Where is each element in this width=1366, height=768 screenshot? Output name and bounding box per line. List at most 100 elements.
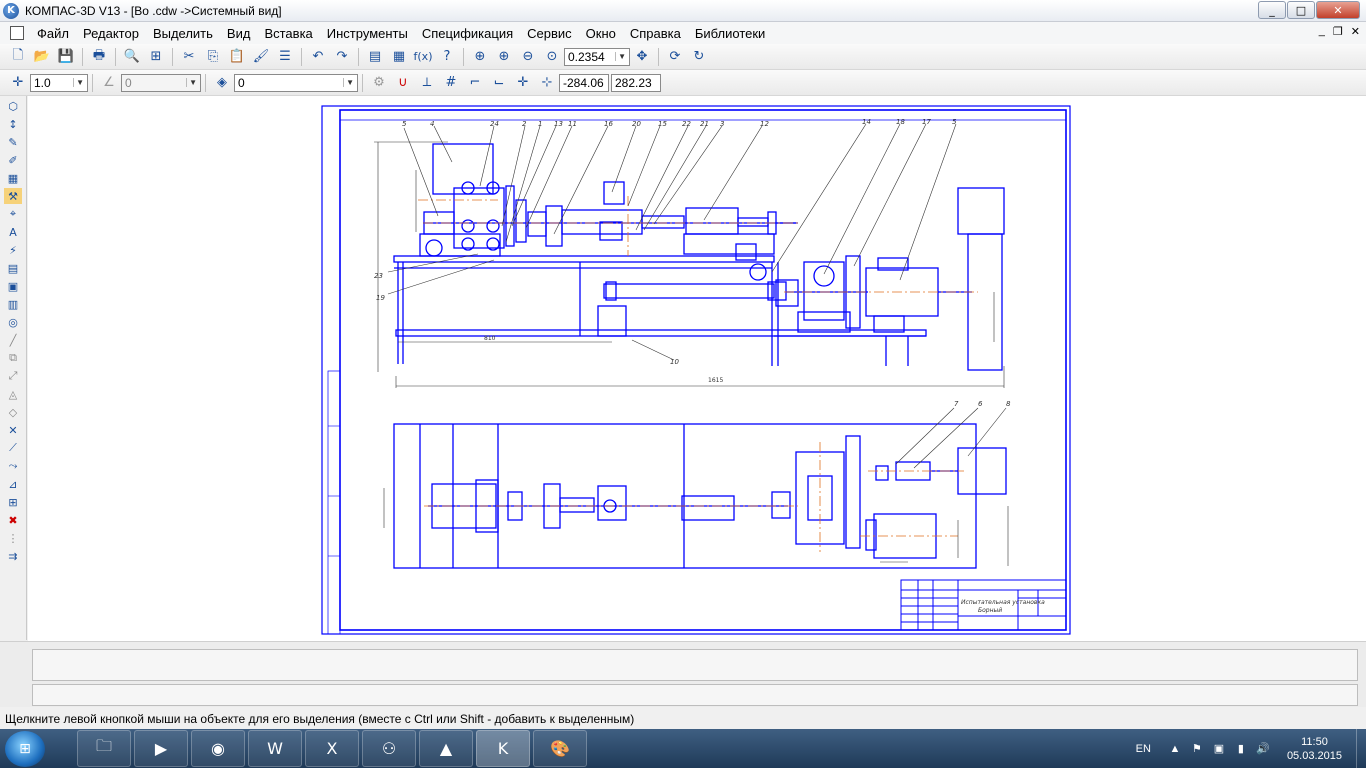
paint-icon[interactable]: 🎨 [533,730,587,767]
coord-y-field[interactable]: 282.23 [611,73,661,92]
explorer-icon[interactable]: 🗀 [77,730,131,767]
show-desktop-button[interactable] [1356,729,1366,768]
tray-device-icon[interactable]: ▣ [1211,741,1227,757]
measure-icon[interactable]: ⚒ [4,188,22,204]
chevron-down-icon[interactable]: ▼ [186,78,197,87]
doc-minimize-button[interactable]: _ [1319,25,1325,38]
line-icon[interactable]: ╱ [4,332,22,348]
media-icon[interactable]: ▶ [134,730,188,767]
report-icon[interactable]: ▤ [4,260,22,276]
scale-icon[interactable]: ⤢ [4,368,22,384]
clock[interactable]: 11:50 05.03.2015 [1287,735,1342,763]
format-brush-icon[interactable]: 🖌 [252,48,270,66]
step-field[interactable]: 1.0 ▼ [30,73,88,92]
command-input-area[interactable] [32,649,1358,681]
extend-icon[interactable]: ⤳ [4,458,22,474]
copy-icon[interactable]: ⎘ [204,48,222,66]
vlc-icon[interactable]: ▲ [419,730,473,767]
macro-icon[interactable]: ◎ [4,314,22,330]
menu-select[interactable]: Выделить [146,26,220,41]
undo-icon[interactable]: ↶ [309,48,327,66]
fragment-icon[interactable]: ▥ [4,296,22,312]
explode-icon[interactable]: ⋮ [4,530,22,546]
local-cs-icon[interactable]: ⌐ [466,74,484,92]
zoom-in-icon[interactable]: ⊕ [495,48,513,66]
library-manager-icon[interactable]: ▤ [366,48,384,66]
document-icon[interactable] [10,26,24,40]
tray-signal-icon[interactable]: ▮ [1233,741,1249,757]
word-icon[interactable]: W [248,730,302,767]
delete-icon[interactable]: ✖ [4,512,22,528]
menu-specification[interactable]: Спецификация [415,26,520,41]
menu-service[interactable]: Сервис [520,26,579,41]
redo-icon[interactable]: ↷ [333,48,351,66]
cursor-step-icon[interactable]: ✛ [9,74,27,92]
menu-window[interactable]: Окно [579,26,623,41]
array-icon[interactable]: ⊞ [4,494,22,510]
symmetry-icon[interactable]: ◬ [4,386,22,402]
grid-icon[interactable]: # [442,74,460,92]
snap-magnet-icon[interactable]: ∪ [394,74,412,92]
tray-arrow-icon[interactable]: ▲ [1167,741,1183,757]
zoom-scale-icon[interactable]: ⊙ [543,48,561,66]
doc-restore-button[interactable]: ❐ [1333,25,1343,38]
coordinates-icon[interactable]: ⊹ [538,74,556,92]
tray-flag-icon[interactable]: ⚑ [1189,741,1205,757]
edit-icon[interactable]: ✐ [4,152,22,168]
ortho-mode-icon[interactable]: ⌙ [490,74,508,92]
layer-field[interactable]: 0 ▼ [234,73,358,92]
chevron-down-icon[interactable]: ▼ [343,78,354,87]
excel-icon[interactable]: X [305,730,359,767]
menu-view[interactable]: Вид [220,26,258,41]
zoom-out-icon[interactable]: ⊖ [519,48,537,66]
variables-icon[interactable]: ▦ [390,48,408,66]
help-pointer-icon[interactable]: ? [438,48,456,66]
menu-file[interactable]: Файл [30,26,76,41]
menu-tools[interactable]: Инструменты [320,26,415,41]
break-icon[interactable]: ⊿ [4,476,22,492]
open-icon[interactable]: 📂 [33,48,51,66]
menu-help[interactable]: Справка [623,26,688,41]
spec-icon[interactable]: ⚡ [4,242,22,258]
parametrization-icon[interactable]: ▦ [4,170,22,186]
layer-icon[interactable]: ◈ [213,74,231,92]
network-icon[interactable]: ⚇ [362,730,416,767]
deform-icon[interactable]: ◇ [4,404,22,420]
print-icon[interactable]: 🖶 [90,48,108,66]
firefox-icon[interactable]: ◉ [191,730,245,767]
maximize-button[interactable]: □ [1287,1,1315,19]
associative-view-icon[interactable]: A [4,224,22,240]
minimize-button[interactable]: _ [1258,1,1286,19]
paste-icon[interactable]: 📋 [228,48,246,66]
offset-icon[interactable]: ⇉ [4,548,22,564]
state-icon[interactable]: ⚙ [370,74,388,92]
menu-libraries[interactable]: Библиотеки [688,26,772,41]
menu-editor[interactable]: Редактор [76,26,146,41]
kompas-app-icon[interactable]: K [3,2,19,19]
command-hint-area[interactable] [32,684,1358,706]
zoom-window-icon[interactable]: ⊕ [471,48,489,66]
drawing-canvas[interactable]: 1615 810 5 4 24 2 1 13 11 16 20 15 22 21… [28,96,1366,641]
ortho-icon[interactable]: ⟂ [418,74,436,92]
notation-icon[interactable]: ✎ [4,134,22,150]
menu-insert[interactable]: Вставка [257,26,319,41]
trim-icon[interactable]: ✕ [4,422,22,438]
save-icon[interactable]: 💾 [57,48,75,66]
properties-icon[interactable]: ☰ [276,48,294,66]
language-indicator[interactable]: EN [1136,743,1151,755]
tray-volume-icon[interactable]: 🔊 [1255,741,1271,757]
redraw-icon[interactable]: ↻ [690,48,708,66]
angle-icon[interactable]: ∠ [100,74,118,92]
chevron-down-icon[interactable]: ▼ [615,52,626,61]
split-icon[interactable]: ⟋ [4,440,22,456]
manager-icon[interactable]: ⊞ [147,48,165,66]
zoom-scale-field[interactable]: 0.2354 ▼ [564,47,630,66]
doc-close-button[interactable]: ✕ [1351,25,1360,38]
coord-x-field[interactable]: -284.06 [559,73,609,92]
select-icon[interactable]: ⌖ [4,206,22,222]
close-button[interactable]: ✕ [1316,1,1360,19]
pan-icon[interactable]: ✥ [633,48,651,66]
snap-icon[interactable]: ✛ [514,74,532,92]
fx-icon[interactable]: f(x) [414,48,433,66]
refresh-icon[interactable]: ⟳ [666,48,684,66]
